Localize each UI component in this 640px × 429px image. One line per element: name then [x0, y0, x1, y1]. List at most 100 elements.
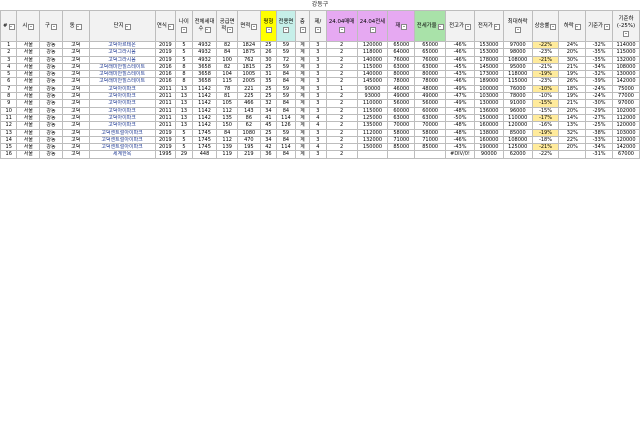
table-cell[interactable]: 15 [0, 143, 18, 152]
table-cell[interactable]: -19% [531, 70, 560, 79]
filter-dropdown-icon[interactable] [315, 27, 322, 33]
table-cell[interactable]: -15% [531, 106, 560, 115]
table-cell[interactable]: #DIV/0! [445, 150, 475, 159]
table-cell[interactable]: 84 [276, 77, 296, 86]
table-cell[interactable]: 34 [259, 135, 278, 145]
table-cell[interactable]: 계 [294, 143, 311, 152]
table-cell[interactable]: 서울 [16, 55, 41, 64]
table-cell[interactable]: 16 [0, 150, 18, 159]
filter-dropdown-icon[interactable] [369, 27, 376, 33]
table-cell[interactable]: 45 [259, 121, 278, 130]
table-cell[interactable]: 49000 [414, 92, 447, 101]
table-cell[interactable]: 2 [325, 135, 358, 145]
table-cell[interactable]: 서울 [16, 48, 41, 57]
table-cell[interactable]: 145000 [473, 62, 504, 72]
table-cell[interactable]: 2 [325, 62, 358, 72]
table-cell[interactable]: 13 [175, 113, 193, 123]
table-cell[interactable]: 78 [216, 84, 238, 94]
filter-dropdown-icon[interactable] [464, 23, 471, 30]
table-cell[interactable]: 8 [175, 77, 193, 86]
table-cell[interactable]: 2 [325, 70, 358, 79]
table-cell[interactable]: 59 [276, 84, 296, 94]
filter-dropdown-icon[interactable] [437, 23, 444, 30]
table-cell[interactable]: 서울 [16, 128, 41, 137]
table-cell[interactable]: 3 [309, 55, 327, 64]
table-cell[interactable]: 18% [558, 84, 587, 94]
table-cell[interactable]: -39% [585, 77, 613, 86]
table-cell[interactable]: 115000 [356, 106, 389, 115]
table-cell[interactable]: -30% [585, 99, 613, 108]
table-cell[interactable]: 139 [216, 143, 238, 152]
table-cell[interactable]: 3 [309, 40, 327, 50]
table-cell[interactable]: 64000 [387, 48, 416, 57]
table-cell[interactable]: 서울 [16, 70, 41, 79]
table-cell[interactable]: 강동 [39, 113, 63, 123]
table-cell[interactable]: -10% [531, 84, 560, 94]
filter-dropdown-icon[interactable] [265, 27, 272, 33]
table-cell[interactable]: -21% [531, 55, 560, 64]
table-cell[interactable]: 153000 [473, 48, 504, 57]
table-cell[interactable]: 60000 [387, 106, 416, 115]
table-cell[interactable]: 2 [325, 128, 358, 137]
table-cell[interactable]: 72 [276, 55, 296, 64]
filter-dropdown-icon[interactable] [401, 23, 408, 30]
table-cell[interactable]: 100 [216, 55, 238, 64]
table-cell[interactable]: 계 [294, 150, 311, 159]
table-cell[interactable]: 강동 [39, 48, 63, 57]
table-cell[interactable]: 2005 [237, 77, 261, 86]
table-cell[interactable]: 59 [276, 62, 296, 72]
table-cell[interactable]: 25 [259, 92, 278, 101]
table-cell[interactable]: 143 [237, 106, 261, 115]
table-cell[interactable]: 고덕아이파크 [88, 84, 156, 94]
table-cell[interactable]: 78000 [502, 92, 533, 101]
table-cell[interactable]: -24% [585, 92, 613, 101]
table-cell[interactable]: 26% [558, 77, 587, 86]
table-cell[interactable]: -49% [445, 99, 475, 108]
filter-dropdown-icon[interactable] [181, 27, 188, 33]
table-cell[interactable]: 56000 [387, 99, 416, 108]
table-cell[interactable]: 81 [216, 92, 238, 101]
filter-dropdown-icon[interactable] [124, 23, 131, 30]
table-cell[interactable]: 4 [0, 62, 18, 72]
table-cell[interactable]: 고덕그라시움 [88, 55, 156, 64]
header-cell[interactable]: 전저가 [473, 10, 504, 42]
table-cell[interactable]: 2 [325, 40, 358, 50]
table-cell[interactable]: 126 [276, 121, 296, 130]
table-cell[interactable]: 2016 [154, 62, 177, 72]
table-cell[interactable]: -25% [585, 121, 613, 130]
table-cell[interactable]: 2019 [154, 128, 177, 137]
table-cell[interactable]: 14% [558, 113, 587, 123]
table-cell[interactable]: 153000 [473, 40, 504, 50]
table-cell[interactable]: 56000 [414, 99, 447, 108]
table-cell[interactable]: 80000 [414, 70, 447, 79]
table-cell[interactable]: 1 [325, 84, 358, 94]
table-cell[interactable]: 84 [216, 128, 238, 137]
table-cell[interactable]: 115000 [502, 77, 533, 86]
table-cell[interactable]: 2 [325, 77, 358, 86]
table-cell[interactable]: 고덕센트럴아이파크 [88, 135, 156, 145]
table-cell[interactable]: 76000 [387, 55, 416, 64]
table-cell[interactable]: 고덕 [61, 113, 90, 123]
table-cell[interactable]: 고덕 [61, 106, 90, 115]
table-cell[interactable]: -27% [585, 113, 613, 123]
table-cell[interactable]: 762 [237, 55, 261, 64]
table-cell[interactable]: 5 [175, 128, 193, 137]
table-cell[interactable]: -23% [531, 77, 560, 86]
table-cell[interactable]: 112000 [356, 128, 389, 137]
table-cell[interactable]: 강동 [39, 128, 63, 137]
table-cell[interactable]: -32% [585, 70, 613, 79]
table-cell[interactable]: 112 [216, 106, 238, 115]
table-cell[interactable]: 계 [294, 40, 311, 50]
header-cell[interactable]: # [0, 10, 18, 42]
table-cell[interactable]: 115 [216, 77, 238, 86]
table-cell[interactable]: 114000 [611, 40, 640, 50]
table-cell[interactable]: 서울 [16, 121, 41, 130]
header-cell[interactable]: 연식 [154, 10, 177, 42]
table-cell[interactable]: 135000 [356, 121, 389, 130]
table-cell[interactable]: 3 [0, 55, 18, 64]
table-cell[interactable]: 강동 [39, 77, 63, 86]
table-cell[interactable]: 90000 [473, 150, 504, 159]
table-cell[interactable]: 5 [175, 40, 193, 50]
table-cell[interactable]: 1142 [191, 121, 218, 130]
table-cell[interactable]: 115000 [356, 62, 389, 72]
